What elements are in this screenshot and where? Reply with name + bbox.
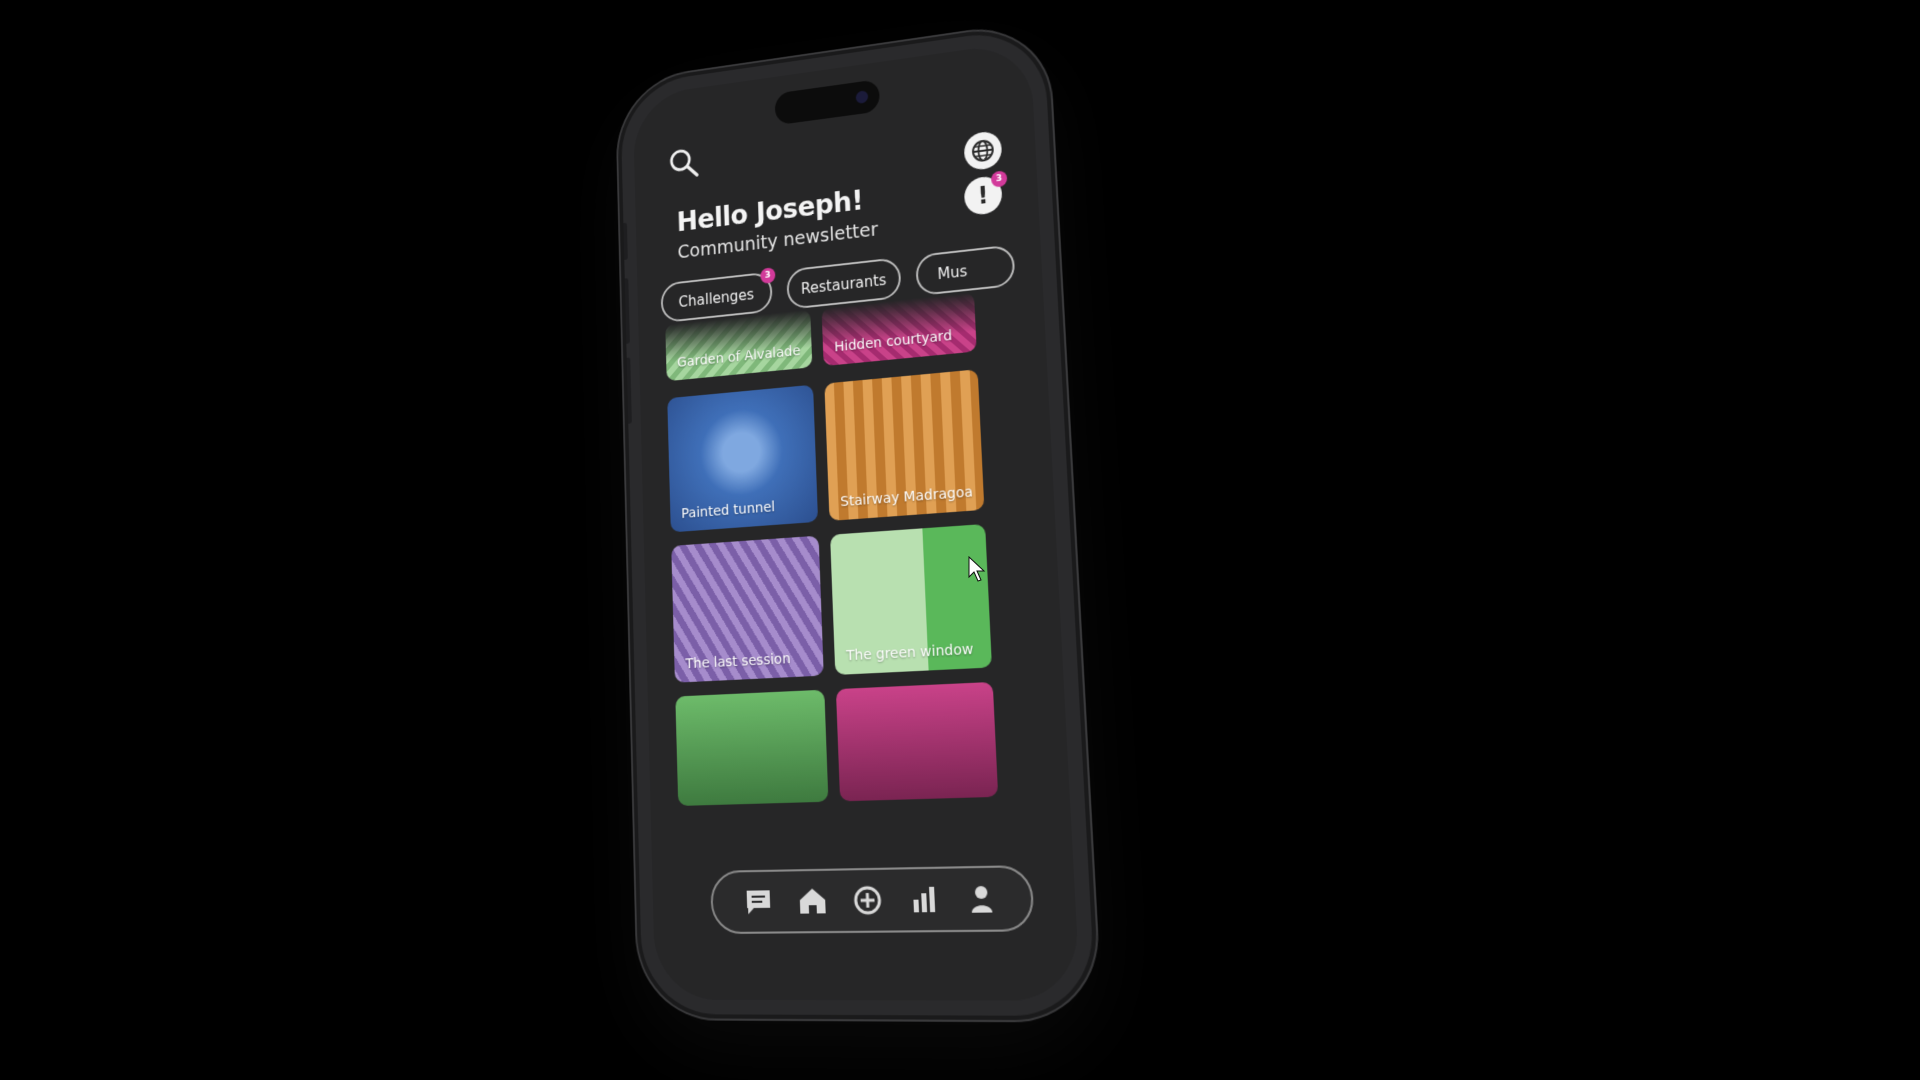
mouse-cursor-icon — [968, 556, 986, 582]
tab-profile[interactable] — [961, 878, 1002, 919]
camera-icon — [855, 90, 868, 105]
chip-label: Mus — [937, 262, 968, 284]
side-button — [621, 222, 628, 261]
exclamation-icon: ! — [977, 181, 990, 210]
phone-screen: ! 3 Hello Joseph! Community newsletter C… — [632, 40, 1081, 1001]
home-icon — [799, 888, 826, 914]
card-the-last-session[interactable]: The last session — [671, 535, 824, 683]
volume-up-button — [622, 278, 630, 344]
tab-stats[interactable] — [904, 879, 944, 920]
chat-icon — [746, 890, 771, 915]
tab-add[interactable] — [848, 880, 887, 920]
bottom-tab-bar — [710, 864, 1035, 935]
chip-label: Challenges — [678, 285, 755, 311]
card-image — [675, 689, 829, 806]
tab-home[interactable] — [794, 881, 832, 921]
globe-icon[interactable] — [963, 129, 1003, 172]
dynamic-island — [774, 79, 880, 126]
add-icon — [853, 884, 884, 916]
card-painted-tunnel[interactable]: Painted tunnel — [667, 384, 819, 533]
alert-badge: 3 — [990, 170, 1008, 188]
card-item[interactable] — [835, 681, 999, 802]
profile-icon — [971, 885, 993, 913]
chip-badge: 3 — [760, 267, 776, 285]
card-image — [835, 681, 999, 802]
alert-icon[interactable]: ! 3 — [963, 170, 1008, 217]
chip-label: Restaurants — [800, 271, 887, 298]
card-stairway-madragoa[interactable]: Stairway Madragoa — [824, 369, 985, 521]
tab-chat[interactable] — [740, 882, 778, 922]
card-item[interactable] — [675, 689, 829, 806]
volume-down-button — [624, 357, 632, 424]
scene: ! 3 Hello Joseph! Community newsletter C… — [0, 0, 1920, 1080]
stats-icon — [913, 886, 935, 913]
phone-frame: ! 3 Hello Joseph! Community newsletter C… — [620, 25, 1097, 1017]
card-the-green-window[interactable]: The green window — [830, 523, 992, 675]
search-icon[interactable] — [668, 145, 701, 182]
